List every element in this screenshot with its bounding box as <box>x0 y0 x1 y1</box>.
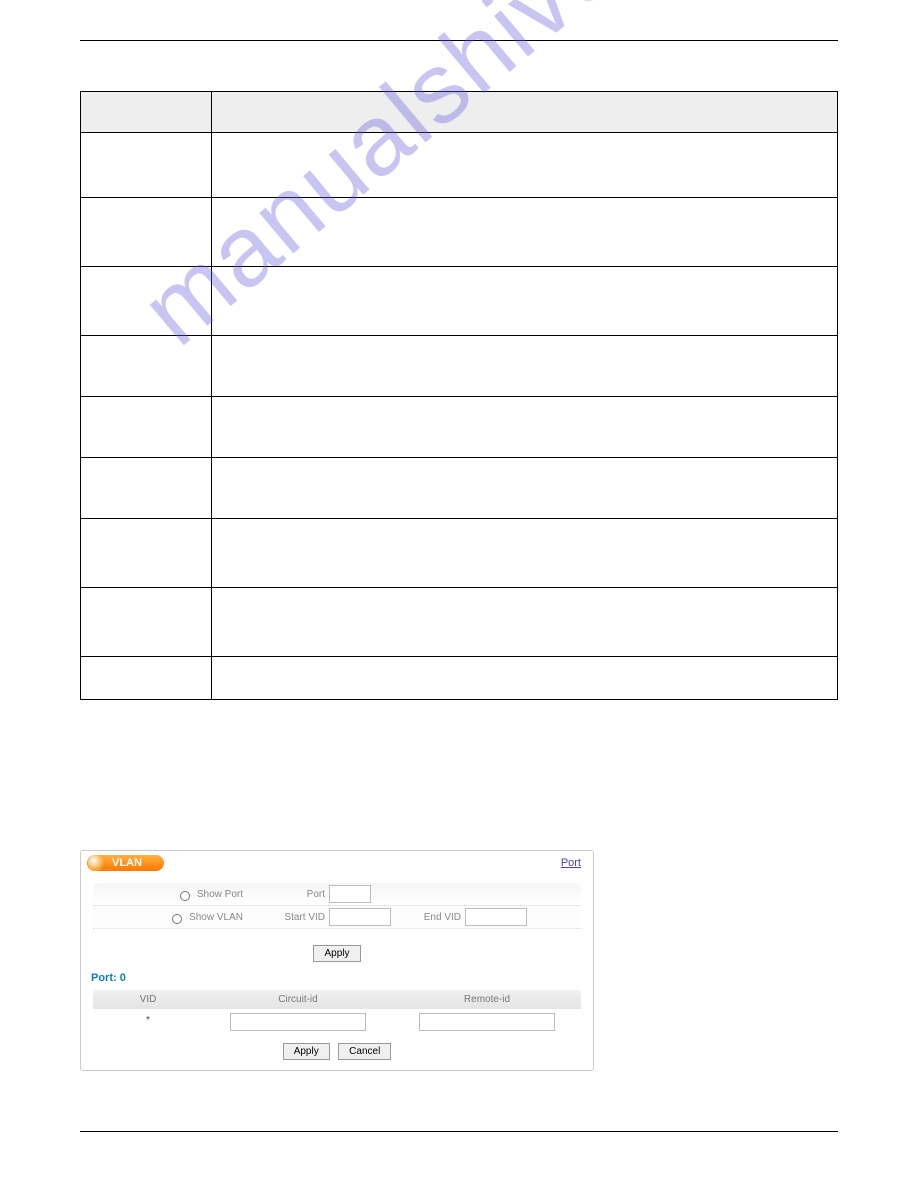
table-row <box>81 657 838 700</box>
table-header-label <box>81 92 212 133</box>
port-field-label: Port <box>273 889 325 900</box>
col-circuit: Circuit-id <box>203 994 393 1005</box>
show-port-radio-label[interactable]: Show Port <box>93 888 273 901</box>
filter-form: Show Port Port Show VLAN Start VID End V… <box>93 883 581 929</box>
end-vid-input[interactable] <box>465 908 527 926</box>
table-row <box>81 267 838 336</box>
data-row: * <box>93 1009 581 1033</box>
table-row <box>81 397 838 458</box>
port-link[interactable]: Port <box>561 857 581 869</box>
table-row <box>81 133 838 198</box>
show-port-radio[interactable] <box>180 891 190 901</box>
show-vlan-text: Show VLAN <box>189 912 243 923</box>
show-vlan-row: Show VLAN Start VID End VID <box>93 906 581 929</box>
show-vlan-radio-label[interactable]: Show VLAN <box>93 911 273 924</box>
top-rule <box>80 40 838 41</box>
port-section-label: Port: 0 <box>91 972 587 984</box>
orb-icon <box>88 855 104 871</box>
start-vid-label: Start VID <box>273 912 325 923</box>
circuit-id-input[interactable] <box>230 1013 366 1031</box>
vlan-panel: VLAN Port Show Port Port Show VLAN Start… <box>80 850 594 1071</box>
vlan-header: VLAN Port <box>87 855 587 871</box>
vid-value: * <box>93 1015 203 1026</box>
cancel-button[interactable]: Cancel <box>338 1043 391 1060</box>
show-port-row: Show Port Port <box>93 883 581 906</box>
start-vid-input[interactable] <box>329 908 391 926</box>
data-header: VID Circuit-id Remote-id <box>93 990 581 1009</box>
col-remote: Remote-id <box>393 994 581 1005</box>
button-row-bottom: Apply Cancel <box>87 1041 587 1060</box>
table-row <box>81 588 838 657</box>
table-row <box>81 519 838 588</box>
description-table <box>80 91 838 700</box>
table-header-row <box>81 92 838 133</box>
apply-button-bottom[interactable]: Apply <box>283 1043 330 1060</box>
apply-button-top[interactable]: Apply <box>313 945 360 962</box>
bottom-rule <box>80 1131 838 1132</box>
vlan-tab[interactable]: VLAN <box>87 855 164 871</box>
apply-row-top: Apply <box>87 943 587 962</box>
table-row <box>81 336 838 397</box>
table-row <box>81 198 838 267</box>
show-port-text: Show Port <box>197 889 243 900</box>
show-vlan-radio[interactable] <box>172 914 182 924</box>
table-header-description <box>212 92 838 133</box>
end-vid-label: End VID <box>391 912 461 923</box>
table-row <box>81 458 838 519</box>
remote-id-input[interactable] <box>419 1013 555 1031</box>
col-vid: VID <box>93 994 203 1005</box>
port-input[interactable] <box>329 885 371 903</box>
vlan-tab-label: VLAN <box>112 857 142 869</box>
